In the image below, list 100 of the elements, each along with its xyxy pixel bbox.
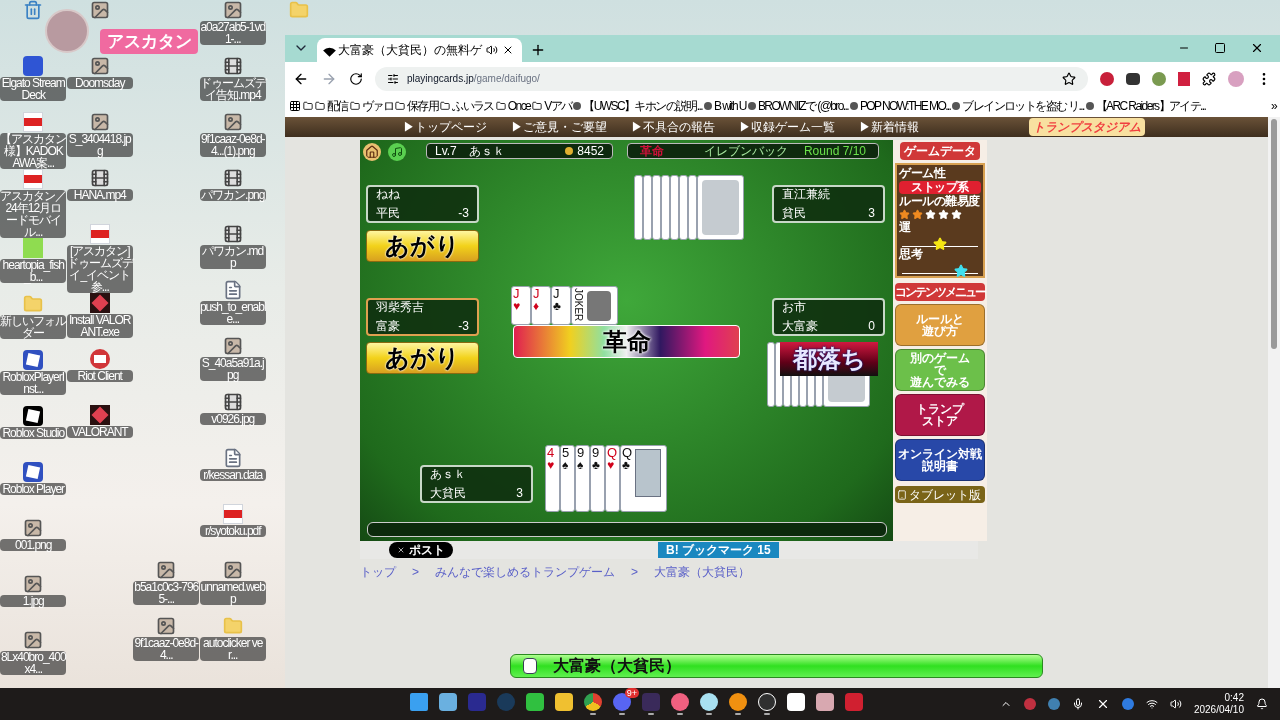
image-file-icon[interactable] — [23, 518, 44, 538]
pdf-file-icon[interactable] — [222, 504, 243, 524]
maximize-icon[interactable] — [1214, 42, 1226, 54]
close-icon[interactable] — [502, 44, 514, 56]
folder-icon[interactable] — [532, 101, 543, 111]
nav-link[interactable]: ▶ご意見・ご要望 — [511, 118, 607, 136]
desktop-icon-label[interactable]: Riot Client — [66, 370, 133, 382]
recorder-icon[interactable] — [758, 693, 776, 711]
image-file-icon[interactable] — [222, 560, 243, 580]
microphone-icon[interactable] — [1071, 698, 1084, 710]
image-file-icon[interactable] — [89, 0, 110, 20]
address-bar[interactable]: playingcards.jp/game/daifugo/ — [375, 66, 1088, 91]
image-file-icon[interactable] — [156, 560, 177, 580]
desktop-icon-label[interactable]: 1.jpg — [0, 595, 67, 607]
desktop-icon-label[interactable]: a0a27ab5-1vd1-... — [199, 21, 266, 45]
desktop-icon-label[interactable]: 【アスカタン様】KADOKAWA案... — [0, 133, 67, 169]
nav-link[interactable]: ▶収録ゲーム一覧 — [739, 118, 835, 136]
browser-tab[interactable]: 大富豪（大貧民）の無料ゲ — [317, 38, 522, 62]
folder-icon[interactable] — [315, 101, 325, 111]
desktop-icon-label[interactable]: Elgato Stream Deck — [0, 77, 67, 101]
windows-start-icon[interactable] — [410, 693, 428, 711]
desktop-icon-label[interactable]: 9f1caaz-0e8d-4...(1).png — [199, 133, 266, 157]
desktop-icon-label[interactable]: r/kessan.data — [199, 469, 266, 481]
nav-link[interactable]: ▶新着情報 — [859, 118, 919, 136]
desktop-icon-label[interactable]: 001.png — [0, 539, 67, 551]
desktop-icon-label[interactable]: パワカン.mdp — [199, 245, 266, 269]
image-file-icon[interactable] — [222, 0, 243, 20]
bookmark-link[interactable]: 【ARC Raiders】アイテ... — [1095, 97, 1206, 115]
folder-icon[interactable] — [440, 101, 451, 111]
menu-tile[interactable]: トランプ ストア — [895, 394, 985, 436]
desktop-icon-label[interactable]: [アスカタン]ドゥームズデイ_イベント参... — [66, 245, 133, 293]
desktop-icon-label[interactable]: 8Lx40bro_400x4... — [0, 651, 67, 675]
site-favicon-icon[interactable] — [952, 102, 961, 110]
playing-card[interactable]: 4 ♥ — [545, 445, 560, 512]
folder-icon[interactable] — [395, 101, 405, 111]
scrollbar-thumb[interactable] — [1271, 119, 1277, 349]
extension-icon[interactable] — [1126, 72, 1140, 85]
speaker-icon[interactable] — [486, 44, 498, 56]
app-tile-icon[interactable] — [23, 238, 44, 258]
bookmark-link[interactable]: ヴァロ — [361, 97, 393, 115]
playing-card[interactable]: 9 ♠ — [575, 445, 590, 512]
star-app-icon[interactable] — [642, 693, 660, 711]
app-tile-icon[interactable] — [23, 462, 44, 482]
playing-card[interactable]: JOKER — [571, 286, 618, 325]
folder-icon[interactable] — [349, 101, 360, 111]
desktop-icon-label[interactable]: RobloxPlayerInst... — [0, 371, 67, 395]
notification-icon[interactable] — [1256, 698, 1268, 710]
site-favicon-icon[interactable] — [747, 102, 756, 110]
playing-card[interactable]: Q ♣ — [620, 445, 667, 512]
recycle-bin-icon[interactable] — [23, 0, 44, 20]
bookmark-link[interactable]: Vアバ — [544, 97, 572, 115]
folder-icon[interactable] — [495, 101, 506, 111]
bookmark-link[interactable]: ブレインロットを盗む リ... — [962, 97, 1084, 115]
smiley-icon[interactable] — [700, 693, 718, 711]
playing-card[interactable]: Q ♥ — [605, 445, 620, 512]
tray-app-icon[interactable] — [1121, 698, 1134, 710]
image-file-icon[interactable] — [156, 616, 177, 636]
menu-tile[interactable]: オンライン対戦 説明書 — [895, 439, 985, 481]
image-file-icon[interactable] — [23, 574, 44, 594]
app-tile-icon[interactable] — [89, 405, 110, 425]
bookmark-link[interactable]: B with U — [714, 97, 746, 115]
video-file-icon[interactable] — [89, 168, 110, 188]
desktop-icon-label[interactable]: ドゥームズデイ告知.mp4 — [199, 77, 266, 101]
browser-icon[interactable] — [584, 693, 602, 711]
tablet-button[interactable]: タブレット版 — [895, 486, 985, 503]
desktop-icon-label[interactable]: Roblox Player — [0, 483, 67, 495]
nav-link[interactable]: ▶不具合の報告 — [631, 118, 715, 136]
folder-icon[interactable] — [303, 101, 313, 111]
breadcrumb-link[interactable]: トップ — [360, 563, 396, 581]
pdf-file-icon[interactable] — [23, 169, 44, 189]
desktop-icon-label[interactable]: v0926.jpg — [199, 413, 266, 425]
bookmark-star-icon[interactable] — [1062, 71, 1076, 86]
picture-icon[interactable] — [816, 693, 834, 711]
playing-card[interactable]: 9 ♣ — [590, 445, 605, 512]
desktop-icon-label[interactable]: Doomsday — [66, 77, 133, 89]
bookmark-link[interactable]: 【UWSC】キホンの説明... — [583, 97, 702, 115]
more-bookmarks-button[interactable]: » — [1270, 97, 1276, 115]
video-file-icon[interactable] — [222, 224, 243, 244]
pdf-file-icon[interactable] — [89, 224, 110, 244]
desktop-icon-label[interactable]: heartopia_fish_b... — [0, 259, 67, 283]
image-file-icon[interactable] — [89, 56, 110, 76]
tray-app-icon[interactable] — [1023, 698, 1036, 710]
desktop-icon-label[interactable]: r/syotoku.pdf — [199, 525, 266, 537]
bookmark-link[interactable]: POP NOW:THE MO... — [859, 97, 951, 115]
home-icon[interactable] — [363, 143, 381, 161]
pdf-file-icon[interactable] — [23, 112, 44, 132]
desktop-icon-label[interactable]: b5a1c0c3-7965-... — [133, 581, 200, 605]
chat-bubble-icon[interactable] — [526, 693, 544, 711]
desktop-icon-label[interactable]: Roblox Studio — [0, 427, 67, 439]
network-icon[interactable] — [1145, 698, 1158, 710]
bookmark-button[interactable]: B! ブックマーク 15 — [658, 542, 779, 558]
close-icon[interactable] — [1250, 41, 1264, 55]
video-file-icon[interactable] — [222, 56, 243, 76]
desktop-icon-label[interactable]: パワカン.png — [199, 189, 266, 201]
desktop-icon-label[interactable]: アスカタン／24年12月ロードモバイル... — [0, 190, 67, 238]
extension-icon[interactable] — [1178, 71, 1190, 86]
breadcrumb-link[interactable]: 大富豪（大貧民） — [654, 563, 751, 581]
site-logo[interactable]: トランプスタジアム — [1029, 118, 1145, 136]
app-tile-icon[interactable] — [23, 350, 44, 370]
nav-link[interactable]: ▶トップページ — [403, 118, 487, 136]
